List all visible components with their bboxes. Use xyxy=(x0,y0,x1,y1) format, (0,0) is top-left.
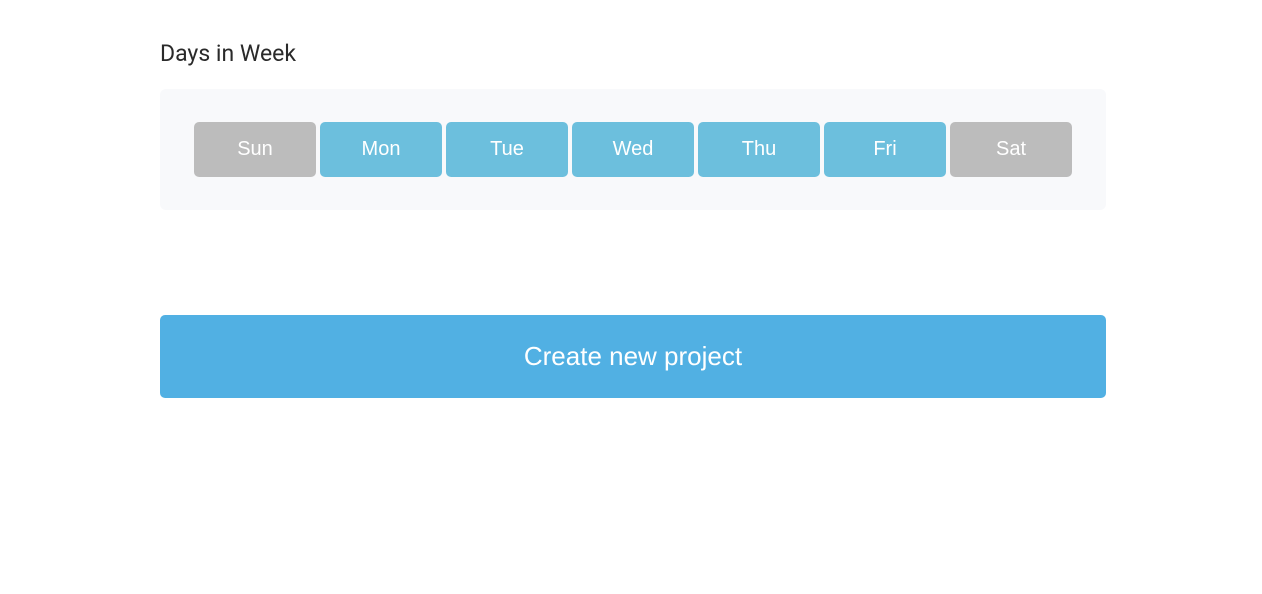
submit-button-label: Create new project xyxy=(524,341,742,372)
day-toggle-wed[interactable]: Wed xyxy=(572,122,694,177)
day-label: Sat xyxy=(996,138,1026,161)
days-in-week-panel: Sun Mon Tue Wed Thu Fri Sat xyxy=(160,89,1106,210)
day-toggle-thu[interactable]: Thu xyxy=(698,122,820,177)
day-toggle-sat[interactable]: Sat xyxy=(950,122,1072,177)
section-title-days: Days in Week xyxy=(160,40,1106,67)
day-toggle-fri[interactable]: Fri xyxy=(824,122,946,177)
day-toggle-mon[interactable]: Mon xyxy=(320,122,442,177)
day-toggle-sun[interactable]: Sun xyxy=(194,122,316,177)
submit-row: Create new project xyxy=(160,315,1106,398)
day-label: Sun xyxy=(237,138,273,161)
day-label: Thu xyxy=(742,138,776,161)
form-section: Days in Week Sun Mon Tue Wed Thu Fri Sat… xyxy=(160,40,1106,398)
day-toggle-tue[interactable]: Tue xyxy=(446,122,568,177)
day-label: Tue xyxy=(490,138,524,161)
day-label: Mon xyxy=(362,138,401,161)
day-label: Fri xyxy=(873,138,896,161)
day-label: Wed xyxy=(613,138,654,161)
create-new-project-button[interactable]: Create new project xyxy=(160,315,1106,398)
